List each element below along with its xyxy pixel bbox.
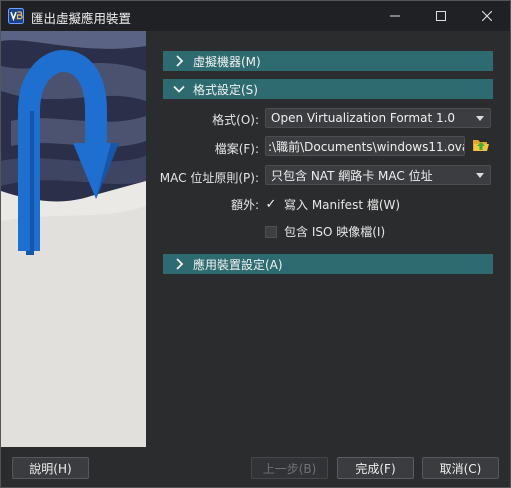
minimize-button[interactable] bbox=[372, 1, 418, 31]
cancel-button[interactable]: 取消(C) bbox=[422, 457, 499, 479]
section-appliance-settings[interactable]: 應用裝置設定(A) bbox=[163, 254, 493, 274]
mac-policy-combobox[interactable]: 只包含 NAT 網路卡 MAC 位址 bbox=[265, 165, 491, 185]
window-title: 匯出虛擬應用裝置 bbox=[31, 11, 132, 26]
close-icon bbox=[482, 11, 492, 21]
maximize-icon bbox=[436, 11, 446, 21]
section-label: 格式設定(S) bbox=[193, 82, 258, 97]
chevron-down-icon bbox=[173, 85, 185, 93]
format-combobox[interactable]: Open Virtualization Format 1.0 bbox=[265, 108, 491, 128]
maximize-button[interactable] bbox=[418, 1, 464, 31]
section-label: 虛擬機器(M) bbox=[193, 54, 261, 69]
iso-checkbox-row[interactable]: 包含 ISO 映像檔(I) bbox=[265, 223, 385, 240]
minimize-icon bbox=[390, 15, 400, 17]
finish-button[interactable]: 完成(F) bbox=[337, 457, 414, 479]
dropdown-arrow-icon bbox=[476, 172, 484, 178]
virtualbox-icon bbox=[8, 8, 24, 24]
mac-policy-value: 只包含 NAT 網路卡 MAC 位址 bbox=[271, 168, 433, 183]
back-button[interactable]: 上一步(B) bbox=[251, 457, 328, 479]
close-button[interactable] bbox=[464, 1, 510, 31]
manifest-checkbox-label: 寫入 Manifest 檔(W) bbox=[284, 198, 401, 212]
title-bar: 匯出虛擬應用裝置 bbox=[1, 1, 510, 31]
file-label: 檔案(F): bbox=[214, 142, 259, 156]
format-label: 格式(O): bbox=[212, 113, 259, 127]
export-arrow-illustration bbox=[1, 31, 146, 447]
manifest-checkbox[interactable]: ✓ bbox=[265, 197, 277, 212]
section-virtual-machines[interactable]: 虛擬機器(M) bbox=[163, 51, 493, 71]
mac-policy-label: MAC 位址原則(P): bbox=[159, 171, 259, 185]
chevron-right-icon bbox=[176, 258, 184, 270]
folder-open-icon[interactable] bbox=[472, 136, 490, 154]
file-path-input[interactable]: :\職前\Documents\windows11.ova bbox=[265, 136, 465, 156]
help-button[interactable]: 說明(H) bbox=[12, 457, 89, 479]
export-appliance-window: 匯出虛擬應用裝置 虛擬機器(M) 格式設定(S) 格式(O): Open Vir… bbox=[0, 0, 511, 488]
additional-label: 額外: bbox=[230, 198, 259, 212]
manifest-checkbox-row[interactable]: ✓ 寫入 Manifest 檔(W) bbox=[265, 196, 401, 213]
section-format-settings[interactable]: 格式設定(S) bbox=[163, 79, 493, 99]
chevron-right-icon bbox=[176, 55, 184, 67]
section-label: 應用裝置設定(A) bbox=[193, 257, 283, 272]
wizard-artwork bbox=[1, 31, 146, 447]
iso-checkbox[interactable] bbox=[265, 225, 277, 238]
iso-checkbox-label: 包含 ISO 映像檔(I) bbox=[284, 225, 386, 239]
dropdown-arrow-icon bbox=[476, 115, 484, 121]
file-path-value: :\職前\Documents\windows11.ova bbox=[268, 139, 465, 154]
format-value: Open Virtualization Format 1.0 bbox=[271, 111, 456, 125]
